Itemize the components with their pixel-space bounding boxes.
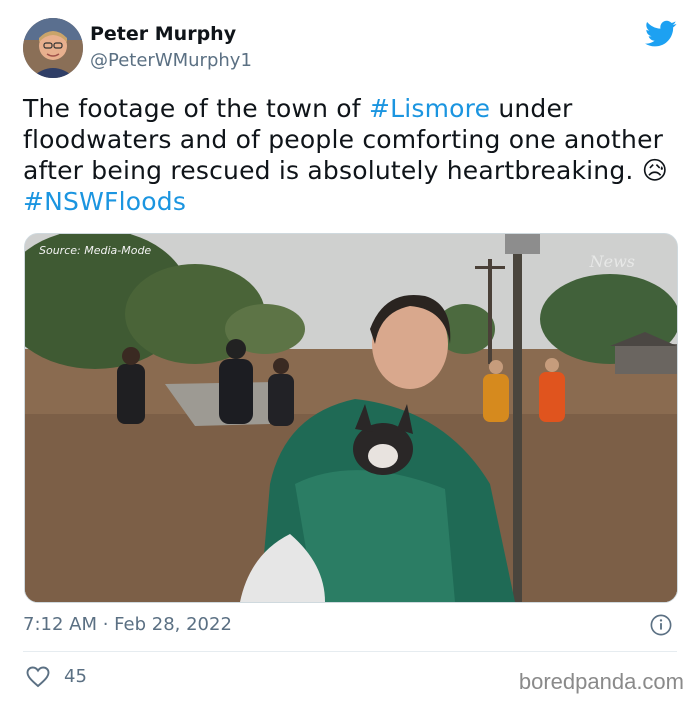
avatar-photo bbox=[23, 18, 83, 78]
author-name[interactable]: Peter Murphy bbox=[90, 23, 236, 45]
tweet-text: The footage of the town of #Lismore unde… bbox=[23, 93, 683, 217]
twitter-bird-icon[interactable] bbox=[645, 20, 677, 48]
divider bbox=[23, 651, 677, 652]
flood-photo bbox=[25, 234, 677, 602]
avatar[interactable] bbox=[23, 18, 83, 78]
media-news-watermark: News bbox=[589, 252, 635, 271]
tweet-card: Peter Murphy @PeterWMurphy1 The footage … bbox=[0, 0, 700, 704]
like-count[interactable]: 45 bbox=[64, 666, 87, 687]
watermark: boredpanda.com bbox=[518, 669, 684, 694]
tweet-text-part: The footage of the town of bbox=[23, 94, 369, 123]
hashtag-nswfloods[interactable]: #NSWFloods bbox=[23, 187, 186, 216]
author-handle[interactable]: @PeterWMurphy1 bbox=[90, 50, 252, 71]
media-source-label: Source: Media-Mode bbox=[39, 244, 152, 257]
heart-icon[interactable] bbox=[26, 666, 50, 688]
crying-face-emoji: 😥 bbox=[641, 156, 668, 185]
info-icon[interactable] bbox=[650, 614, 672, 636]
tweet-media-image[interactable]: Source: Media-Mode News bbox=[24, 233, 678, 603]
tweet-timestamp[interactable]: 7:12 AM · Feb 28, 2022 bbox=[23, 614, 232, 635]
hashtag-lismore[interactable]: #Lismore bbox=[369, 94, 490, 123]
